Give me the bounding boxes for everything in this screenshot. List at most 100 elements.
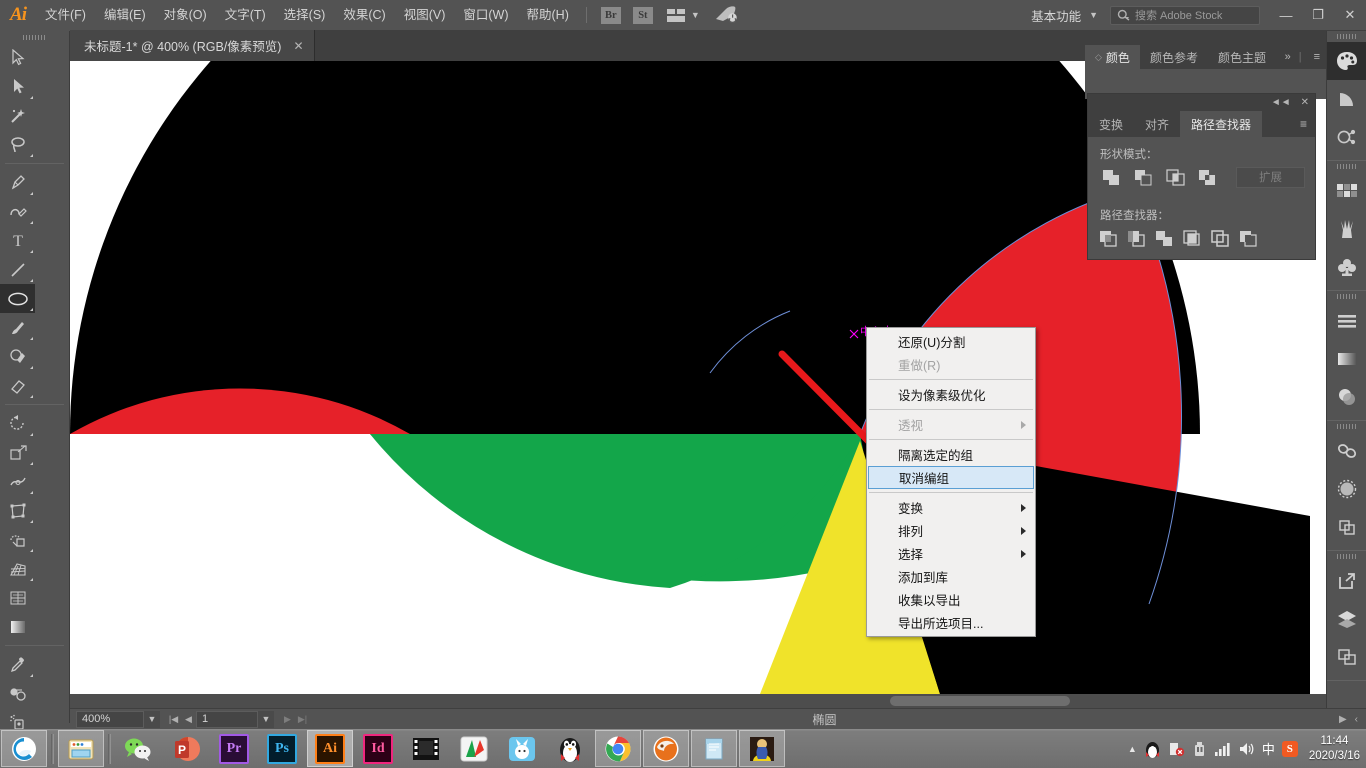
rabbit-app-icon[interactable]: [499, 730, 545, 767]
tool-mesh[interactable]: [0, 583, 35, 612]
zoom-dropdown-icon[interactable]: ▼: [144, 710, 160, 728]
workspace-chevron-icon[interactable]: ▼: [1089, 10, 1098, 20]
tool-curvature[interactable]: [0, 197, 35, 226]
powerpoint-icon[interactable]: P: [163, 730, 209, 767]
toolbar-grip[interactable]: [0, 31, 69, 43]
prev-artboard-button[interactable]: ◀: [181, 711, 196, 728]
current-tool-indicator[interactable]: 椭圆: [310, 711, 1339, 728]
gradient-icon[interactable]: [1327, 340, 1366, 378]
media-player-icon[interactable]: [739, 730, 785, 767]
tab-pathfinder[interactable]: 路径查找器: [1180, 111, 1263, 137]
pf-minus-front-button[interactable]: [1130, 166, 1156, 188]
dock-grip[interactable]: [1327, 161, 1366, 172]
tool-eyedropper[interactable]: [0, 650, 35, 679]
tab-color-guide[interactable]: 颜色参考: [1139, 45, 1208, 69]
rocket-launch-icon[interactable]: [714, 5, 738, 26]
export-icon[interactable]: [1327, 562, 1366, 600]
first-artboard-button[interactable]: |◀: [166, 711, 181, 728]
ctx-item-isolate-group[interactable]: 隔离选定的组: [867, 443, 1035, 466]
brush-libraries-icon[interactable]: [1327, 470, 1366, 508]
tool-ellipse[interactable]: [0, 284, 35, 313]
show-hidden-icons-button[interactable]: ▲: [1128, 744, 1137, 754]
close-button[interactable]: ✕: [1334, 0, 1366, 30]
chrome-icon[interactable]: [595, 730, 641, 767]
tool-type[interactable]: T: [0, 226, 35, 255]
panel-menu-button[interactable]: ≡: [1308, 45, 1326, 69]
symbols-icon[interactable]: [1327, 248, 1366, 286]
pf-trim-button[interactable]: [1122, 227, 1150, 249]
menu-help[interactable]: 帮助(H): [518, 0, 578, 30]
premiere-icon[interactable]: Pr: [211, 730, 257, 767]
ctx-item-ungroup[interactable]: 取消编组: [868, 466, 1034, 489]
tool-magic-wand[interactable]: [0, 101, 35, 130]
horizontal-scroll-thumb[interactable]: [890, 696, 1070, 706]
dock-grip[interactable]: [1327, 291, 1366, 302]
ctx-item-add-to-library[interactable]: 添加到库: [867, 565, 1035, 588]
file-explorer-icon[interactable]: [58, 730, 104, 767]
horizontal-scrollbar[interactable]: [70, 694, 1366, 708]
pf-exclude-button[interactable]: [1194, 166, 1220, 188]
firefox-icon[interactable]: [643, 730, 689, 767]
tool-width[interactable]: [0, 467, 35, 496]
ctx-item-pixel-optimize[interactable]: 设为像素级优化: [867, 383, 1035, 406]
menu-object[interactable]: 对象(O): [155, 0, 216, 30]
pf-outline-button[interactable]: [1206, 227, 1234, 249]
maximize-restore-button[interactable]: ❐: [1302, 0, 1334, 30]
signal-icon[interactable]: [1214, 741, 1231, 757]
menu-window[interactable]: 窗口(W): [454, 0, 517, 30]
status-play-icon[interactable]: ▶: [1339, 714, 1347, 725]
collapse-icon[interactable]: ◄◄: [1271, 97, 1291, 108]
qq-penguin-icon[interactable]: [547, 730, 593, 767]
stock-button[interactable]: St: [632, 6, 653, 24]
tool-rotate[interactable]: [0, 409, 35, 438]
tab-color-themes[interactable]: 颜色主题: [1207, 45, 1276, 69]
volume-icon[interactable]: [1238, 741, 1255, 757]
ctx-item-undo[interactable]: 还原(U)分割: [867, 330, 1035, 353]
tool-pen[interactable]: [0, 168, 35, 197]
panel-expand-button[interactable]: »: [1279, 45, 1297, 69]
pathfinder-menu-button[interactable]: ≡: [1292, 111, 1315, 137]
tab-transform[interactable]: 变换: [1088, 111, 1135, 137]
brushes-icon[interactable]: [1327, 210, 1366, 248]
usb-icon[interactable]: [1192, 741, 1207, 757]
close-icon[interactable]: ✕: [293, 39, 303, 53]
quick-launch-browser-icon[interactable]: [1, 730, 47, 767]
menu-edit[interactable]: 编辑(E): [95, 0, 155, 30]
tool-direct-selection[interactable]: [0, 72, 35, 101]
pf-minus-back-button[interactable]: [1234, 227, 1262, 249]
menu-view[interactable]: 视图(V): [395, 0, 455, 30]
document-tab[interactable]: 未标题-1* @ 400% (RGB/像素预览) ✕: [70, 30, 315, 61]
wps-icon[interactable]: [451, 730, 497, 767]
video-editor-icon[interactable]: [403, 730, 449, 767]
dock-grip[interactable]: [1327, 551, 1366, 562]
tool-paintbrush[interactable]: [0, 313, 35, 342]
pf-merge-button[interactable]: [1150, 227, 1178, 249]
dock-grip[interactable]: [1327, 421, 1366, 432]
workspace-switcher[interactable]: 基本功能: [1031, 6, 1081, 25]
artboard-number-input[interactable]: 1: [196, 710, 258, 728]
tool-perspective-grid[interactable]: [0, 554, 35, 583]
tab-align[interactable]: 对齐: [1134, 111, 1181, 137]
tab-color[interactable]: ◇ 颜色: [1085, 45, 1140, 69]
ctx-item-collect-export[interactable]: 收集以导出: [867, 588, 1035, 611]
illustrator-icon[interactable]: Ai: [307, 730, 353, 767]
layers-icon[interactable]: [1327, 600, 1366, 638]
align-icon[interactable]: [1327, 302, 1366, 340]
ime-indicator[interactable]: 中: [1262, 739, 1275, 758]
bridge-button[interactable]: Br: [600, 6, 621, 24]
stock-search-input[interactable]: 搜索 Adobe Stock: [1110, 5, 1260, 25]
tool-eraser[interactable]: [0, 371, 35, 400]
artboards-icon[interactable]: [1327, 638, 1366, 676]
artboard-dropdown-icon[interactable]: ▼: [258, 710, 274, 728]
indesign-icon[interactable]: Id: [355, 730, 401, 767]
arrange-documents-button[interactable]: ▼: [666, 8, 700, 22]
system-clock[interactable]: 11:44 2020/3/16: [1305, 734, 1360, 764]
wechat-icon[interactable]: [115, 730, 161, 767]
tool-blend[interactable]: [0, 679, 35, 708]
minimize-button[interactable]: —: [1270, 0, 1302, 30]
ctx-item-export-selection[interactable]: 导出所选项目...: [867, 611, 1035, 634]
ctx-item-arrange[interactable]: 排列: [867, 519, 1035, 542]
menu-type[interactable]: 文字(T): [216, 0, 275, 30]
tool-selection[interactable]: [0, 43, 35, 72]
menu-file[interactable]: 文件(F): [36, 0, 95, 30]
